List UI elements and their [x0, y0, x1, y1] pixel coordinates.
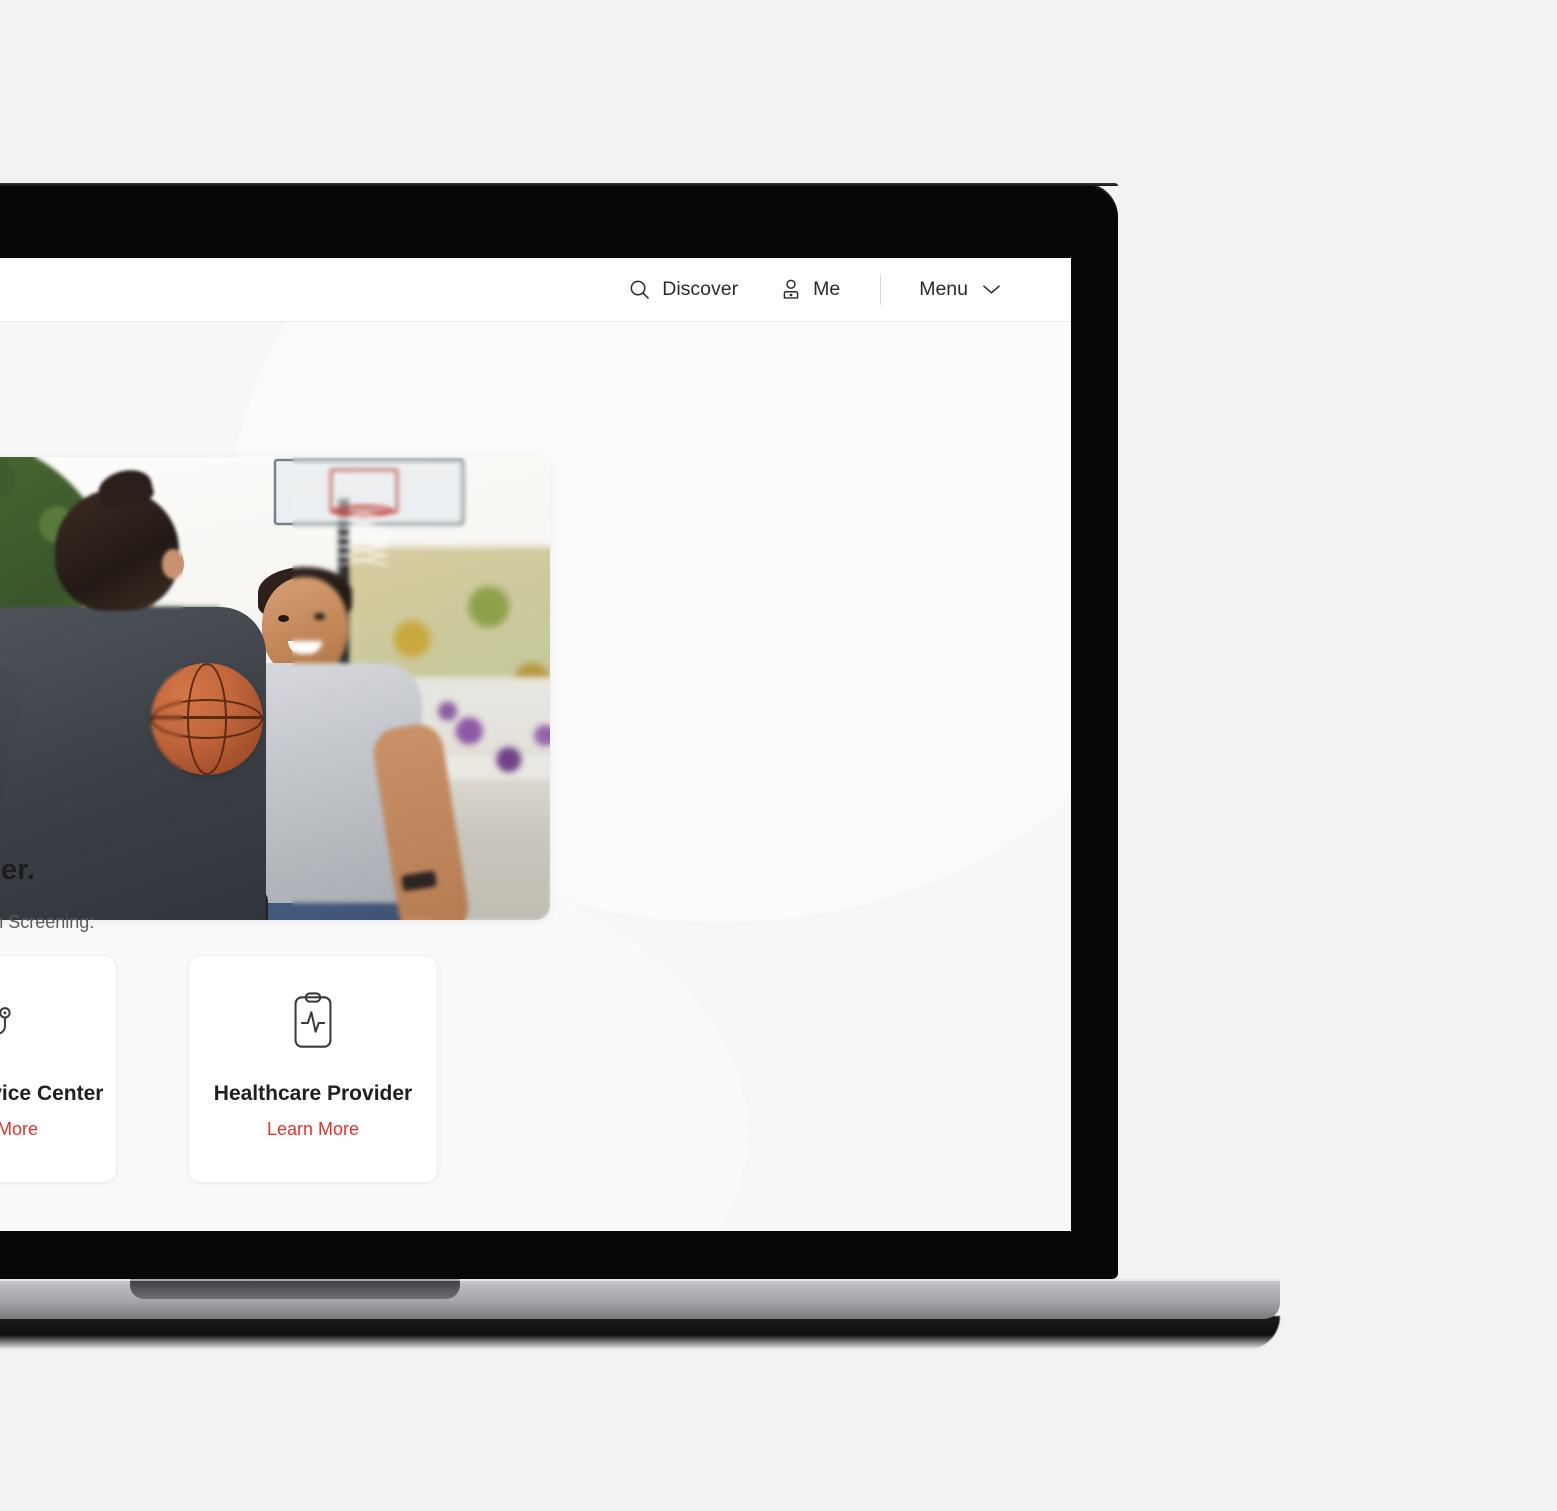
options-subheading: Choose from any of these options to comp…	[0, 912, 95, 932]
page-body: wareness is nal health. ke charge of you…	[0, 322, 1071, 1231]
nav-me[interactable]: Me	[780, 278, 840, 301]
option-card-healthcare-provider[interactable]: Healthcare Provider Learn More	[188, 955, 438, 1183]
nav-discover-label: Discover	[662, 278, 739, 300]
learn-more-link[interactable]: Learn More	[267, 1119, 359, 1140]
hero-section: wareness is nal health. ke charge of you…	[0, 322, 1071, 920]
chevron-down-icon	[982, 283, 1001, 296]
laptop-base-highlight	[0, 1279, 1280, 1281]
laptop-screen: Discover Me Menu er. Screening: ice Cent…	[0, 258, 1071, 1231]
hero-photo	[0, 457, 550, 920]
lid-top-highlight	[0, 183, 1118, 186]
option-card-title: Patient Service Center	[0, 1082, 104, 1105]
laptop-base-notch	[130, 1279, 460, 1299]
user-icon	[780, 278, 802, 301]
options-card-list: Onsite Screening Learn More	[0, 955, 438, 1183]
laptop-base	[0, 1279, 1280, 1319]
laptop-base-shadow	[0, 1316, 1280, 1350]
nav-me-label: Me	[813, 278, 841, 300]
mockup-stage: Discover Me Menu er. Screening: ice Cent…	[0, 0, 1557, 1511]
nav-menu[interactable]: Menu	[919, 278, 1001, 301]
learn-more-link[interactable]: Learn More	[0, 1119, 38, 1140]
option-card-title: Healthcare Provider	[213, 1082, 413, 1105]
nav-menu-label: Menu	[919, 278, 968, 300]
primary-nav: Discover Me Menu	[586, 274, 1001, 305]
search-icon	[628, 278, 651, 301]
nav-divider	[880, 274, 882, 305]
clipboard-heartbeat-icon	[285, 989, 341, 1055]
nav-discover[interactable]: Discover	[628, 278, 738, 301]
options-heading: ily, getting your health checked has nev…	[0, 854, 35, 886]
site-header: Discover Me Menu	[0, 258, 1071, 322]
stethoscope-icon	[0, 989, 22, 1055]
option-card-patient-service-center[interactable]: Patient Service Center Learn More	[0, 955, 117, 1183]
